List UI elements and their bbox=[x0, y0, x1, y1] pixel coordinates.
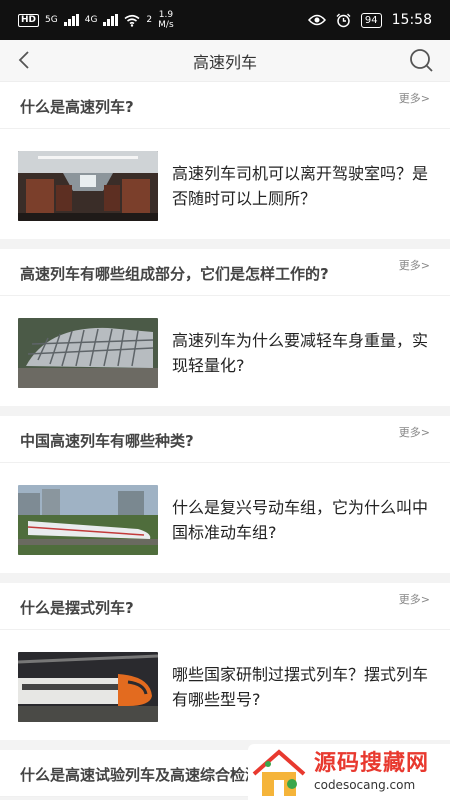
status-bar: HD 5G 4G 2 1.9 M/s 94 15:58 bbox=[0, 0, 450, 40]
network-speed: 1.9 M/s bbox=[158, 10, 174, 30]
article-item[interactable]: 哪些国家研制过摆式列车？摆式列车有哪些型号? bbox=[0, 630, 450, 740]
eye-icon bbox=[307, 14, 326, 26]
category-section: 中国高速列车有哪些种类? 更多> 什么是复兴号动车组，它为什么叫中国标准动车组? bbox=[0, 416, 450, 573]
section-title: 中国高速列车有哪些种类? bbox=[20, 432, 194, 450]
wifi-icon bbox=[124, 14, 140, 27]
network-speed-unit: M/s bbox=[158, 20, 174, 30]
signal-strength-icon bbox=[63, 14, 79, 26]
section-title: 什么是高速列车? bbox=[20, 98, 134, 116]
article-thumbnail bbox=[18, 318, 158, 388]
article-thumbnail bbox=[18, 485, 158, 555]
article-thumbnail bbox=[18, 151, 158, 221]
fuxing-train-image bbox=[18, 485, 158, 555]
house-logo-icon bbox=[252, 749, 306, 796]
section-header: 什么是高速列车? 更多> bbox=[0, 82, 450, 129]
watermark-cn: 源码搜藏网 bbox=[314, 751, 430, 776]
article-title: 高速列车为什么要减轻车身重量，实现轻量化? bbox=[172, 331, 429, 375]
signal-label-1: 5G bbox=[45, 15, 58, 25]
more-link[interactable]: 更多> bbox=[399, 257, 430, 273]
section-title: 什么是摆式列车? bbox=[20, 599, 134, 617]
chevron-left-icon bbox=[18, 51, 29, 69]
more-link[interactable]: 更多> bbox=[399, 424, 430, 440]
article-item[interactable]: 高速列车为什么要减轻车身重量，实现轻量化? bbox=[0, 296, 450, 406]
train-cab-image bbox=[18, 151, 158, 221]
more-link[interactable]: 更多> bbox=[399, 90, 430, 106]
network-speed-value: 1.9 bbox=[158, 10, 174, 20]
category-section: 什么是摆式列车? 更多> 哪些国家研制过摆式列车？摆式列车有哪些型号? bbox=[0, 583, 450, 740]
article-title: 什么是复兴号动车组，它为什么叫中国标准动车组? bbox=[172, 498, 429, 542]
article-title: 高速列车司机可以离开驾驶室吗？是否随时可以上厕所？ bbox=[172, 164, 429, 208]
article-item[interactable]: 什么是复兴号动车组，它为什么叫中国标准动车组? bbox=[0, 463, 450, 573]
battery-icon: 94 bbox=[360, 12, 382, 28]
section-title: 高速列车有哪些组成部分，它们是怎样工作的? bbox=[20, 265, 329, 283]
page-title: 高速列车 bbox=[192, 52, 257, 72]
signal-strength-icon-2 bbox=[103, 14, 119, 26]
category-section: 高速列车有哪些组成部分，它们是怎样工作的? 更多> 高速列车为什么要减轻车身重量… bbox=[0, 249, 450, 406]
article-title: 哪些国家研制过摆式列车？摆式列车有哪些型号? bbox=[172, 665, 429, 709]
category-list: 什么是高速列车? 更多> 高速列车司机可以离开驾驶室吗？是否随时可以上厕所？ 高… bbox=[0, 82, 450, 800]
train-frame-image bbox=[18, 318, 158, 388]
watermark-en: codesocang.com bbox=[314, 778, 416, 792]
clock-time: 15:58 bbox=[391, 12, 432, 28]
article-thumbnail bbox=[18, 652, 158, 722]
section-header: 高速列车有哪些组成部分，它们是怎样工作的? 更多> bbox=[0, 249, 450, 296]
category-section: 什么是高速列车? 更多> 高速列车司机可以离开驾驶室吗？是否随时可以上厕所？ bbox=[0, 82, 450, 239]
top-nav-bar: 高速列车 bbox=[0, 40, 450, 82]
alarm-icon bbox=[336, 13, 351, 27]
wifi-number: 2 bbox=[146, 15, 153, 25]
signal-label-2: 4G bbox=[84, 15, 98, 25]
article-item[interactable]: 高速列车司机可以离开驾驶室吗？是否随时可以上厕所？ bbox=[0, 129, 450, 239]
tilting-train-image bbox=[18, 652, 158, 722]
more-link[interactable]: 更多> bbox=[399, 591, 430, 607]
section-header: 中国高速列车有哪些种类? 更多> bbox=[0, 416, 450, 463]
watermark-logo: 源码搜藏网 codesocang.com bbox=[248, 744, 450, 800]
search-icon[interactable] bbox=[408, 47, 434, 73]
section-header: 什么是摆式列车? 更多> bbox=[0, 583, 450, 630]
back-button[interactable] bbox=[12, 48, 36, 72]
hd-icon: HD bbox=[18, 13, 40, 27]
